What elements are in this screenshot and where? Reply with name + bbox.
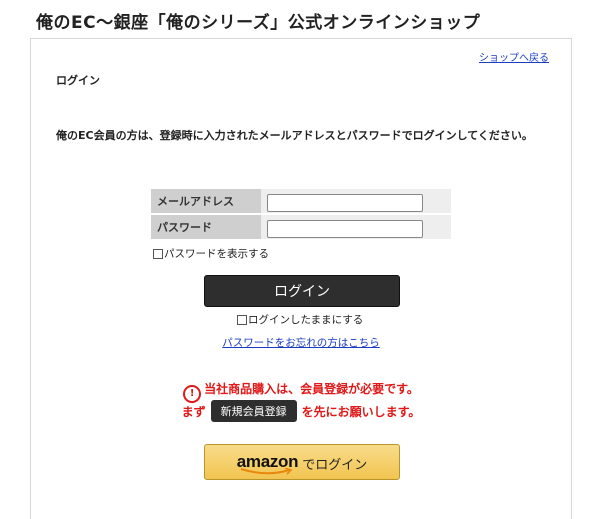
keep-login-toggle[interactable]: ログインしたままにする bbox=[237, 312, 363, 327]
keep-login-checkbox[interactable] bbox=[237, 314, 247, 325]
notice-suffix: を先にお願いします。 bbox=[301, 404, 421, 419]
show-password-toggle[interactable]: パスワードを表示する bbox=[153, 246, 269, 261]
login-button[interactable]: ログイン bbox=[204, 275, 400, 307]
notice-prefix: まず bbox=[181, 404, 206, 419]
password-field[interactable] bbox=[267, 219, 423, 238]
show-password-label: パスワードを表示する bbox=[164, 248, 269, 260]
amazon-logo: amazon bbox=[237, 452, 299, 475]
back-to-shop-link[interactable]: ショップへ戻る bbox=[479, 49, 549, 64]
login-form-table: メールアドレス パスワード bbox=[151, 189, 451, 241]
amazon-login-label: でログイン bbox=[302, 457, 368, 473]
register-button[interactable]: 新規会員登録 bbox=[210, 400, 297, 422]
keep-login-label: ログインしたままにする bbox=[248, 314, 364, 326]
site-title: 俺のEC〜銀座「俺のシリーズ」公式オンラインショップ bbox=[36, 13, 481, 33]
email-field[interactable] bbox=[267, 193, 423, 212]
login-panel: ショップへ戻る ログイン 俺のEC会員の方は、登録時に入力されたメールアドレスと… bbox=[30, 38, 572, 519]
email-row: メールアドレス bbox=[151, 189, 451, 215]
amazon-login-button[interactable]: amazon でログイン bbox=[204, 444, 400, 480]
amazon-smile-icon bbox=[240, 468, 293, 475]
intro-text: 俺のEC会員の方は、登録時に入力されたメールアドレスとパスワードでログインしてく… bbox=[56, 129, 533, 142]
email-label: メールアドレス bbox=[151, 189, 261, 215]
forgot-password-link[interactable]: パスワードをお忘れの方はこちら bbox=[31, 335, 571, 350]
page-heading: ログイン bbox=[56, 74, 100, 87]
registration-prompt: まず 新規会員登録 を先にお願いします。 bbox=[31, 400, 571, 422]
password-row: パスワード bbox=[151, 214, 451, 241]
password-label: パスワード bbox=[151, 214, 261, 241]
notice-line1: 当社商品購入は、会員登録が必要です。 bbox=[204, 382, 419, 396]
show-password-checkbox[interactable] bbox=[153, 248, 163, 259]
